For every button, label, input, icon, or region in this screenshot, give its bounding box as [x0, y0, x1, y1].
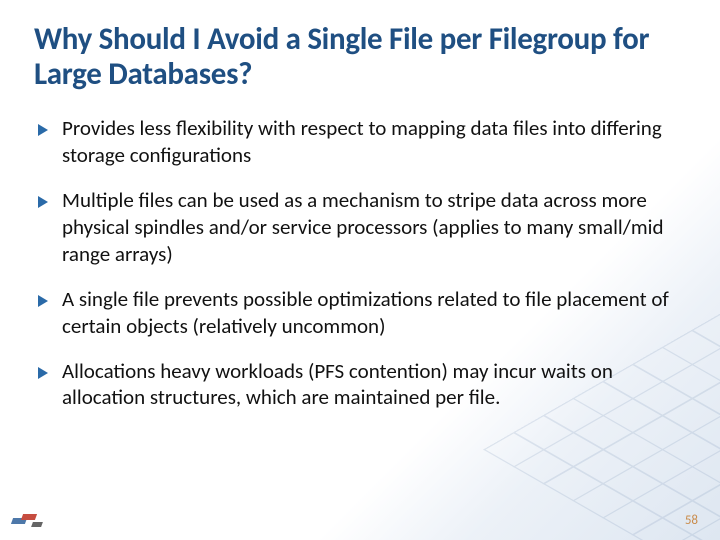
bullet-text: Multiple files can be used as a mechanis…	[62, 187, 686, 268]
triangle-bullet-icon	[38, 124, 48, 136]
bullet-list: Provides less flexibility with respect t…	[34, 115, 686, 411]
list-item: Multiple files can be used as a mechanis…	[38, 187, 686, 268]
list-item: A single file prevents possible optimiza…	[38, 286, 686, 340]
bullet-text: Allocations heavy workloads (PFS content…	[62, 358, 686, 412]
triangle-bullet-icon	[38, 367, 48, 379]
footer-logo	[12, 512, 46, 530]
bullet-text: A single file prevents possible optimiza…	[62, 286, 686, 340]
page-number: 58	[685, 513, 698, 528]
slide: Why Should I Avoid a Single File per Fil…	[0, 0, 720, 540]
slide-title: Why Should I Avoid a Single File per Fil…	[34, 22, 686, 91]
bullet-text: Provides less flexibility with respect t…	[62, 115, 686, 169]
list-item: Provides less flexibility with respect t…	[38, 115, 686, 169]
triangle-bullet-icon	[38, 295, 48, 307]
triangle-bullet-icon	[38, 196, 48, 208]
list-item: Allocations heavy workloads (PFS content…	[38, 358, 686, 412]
